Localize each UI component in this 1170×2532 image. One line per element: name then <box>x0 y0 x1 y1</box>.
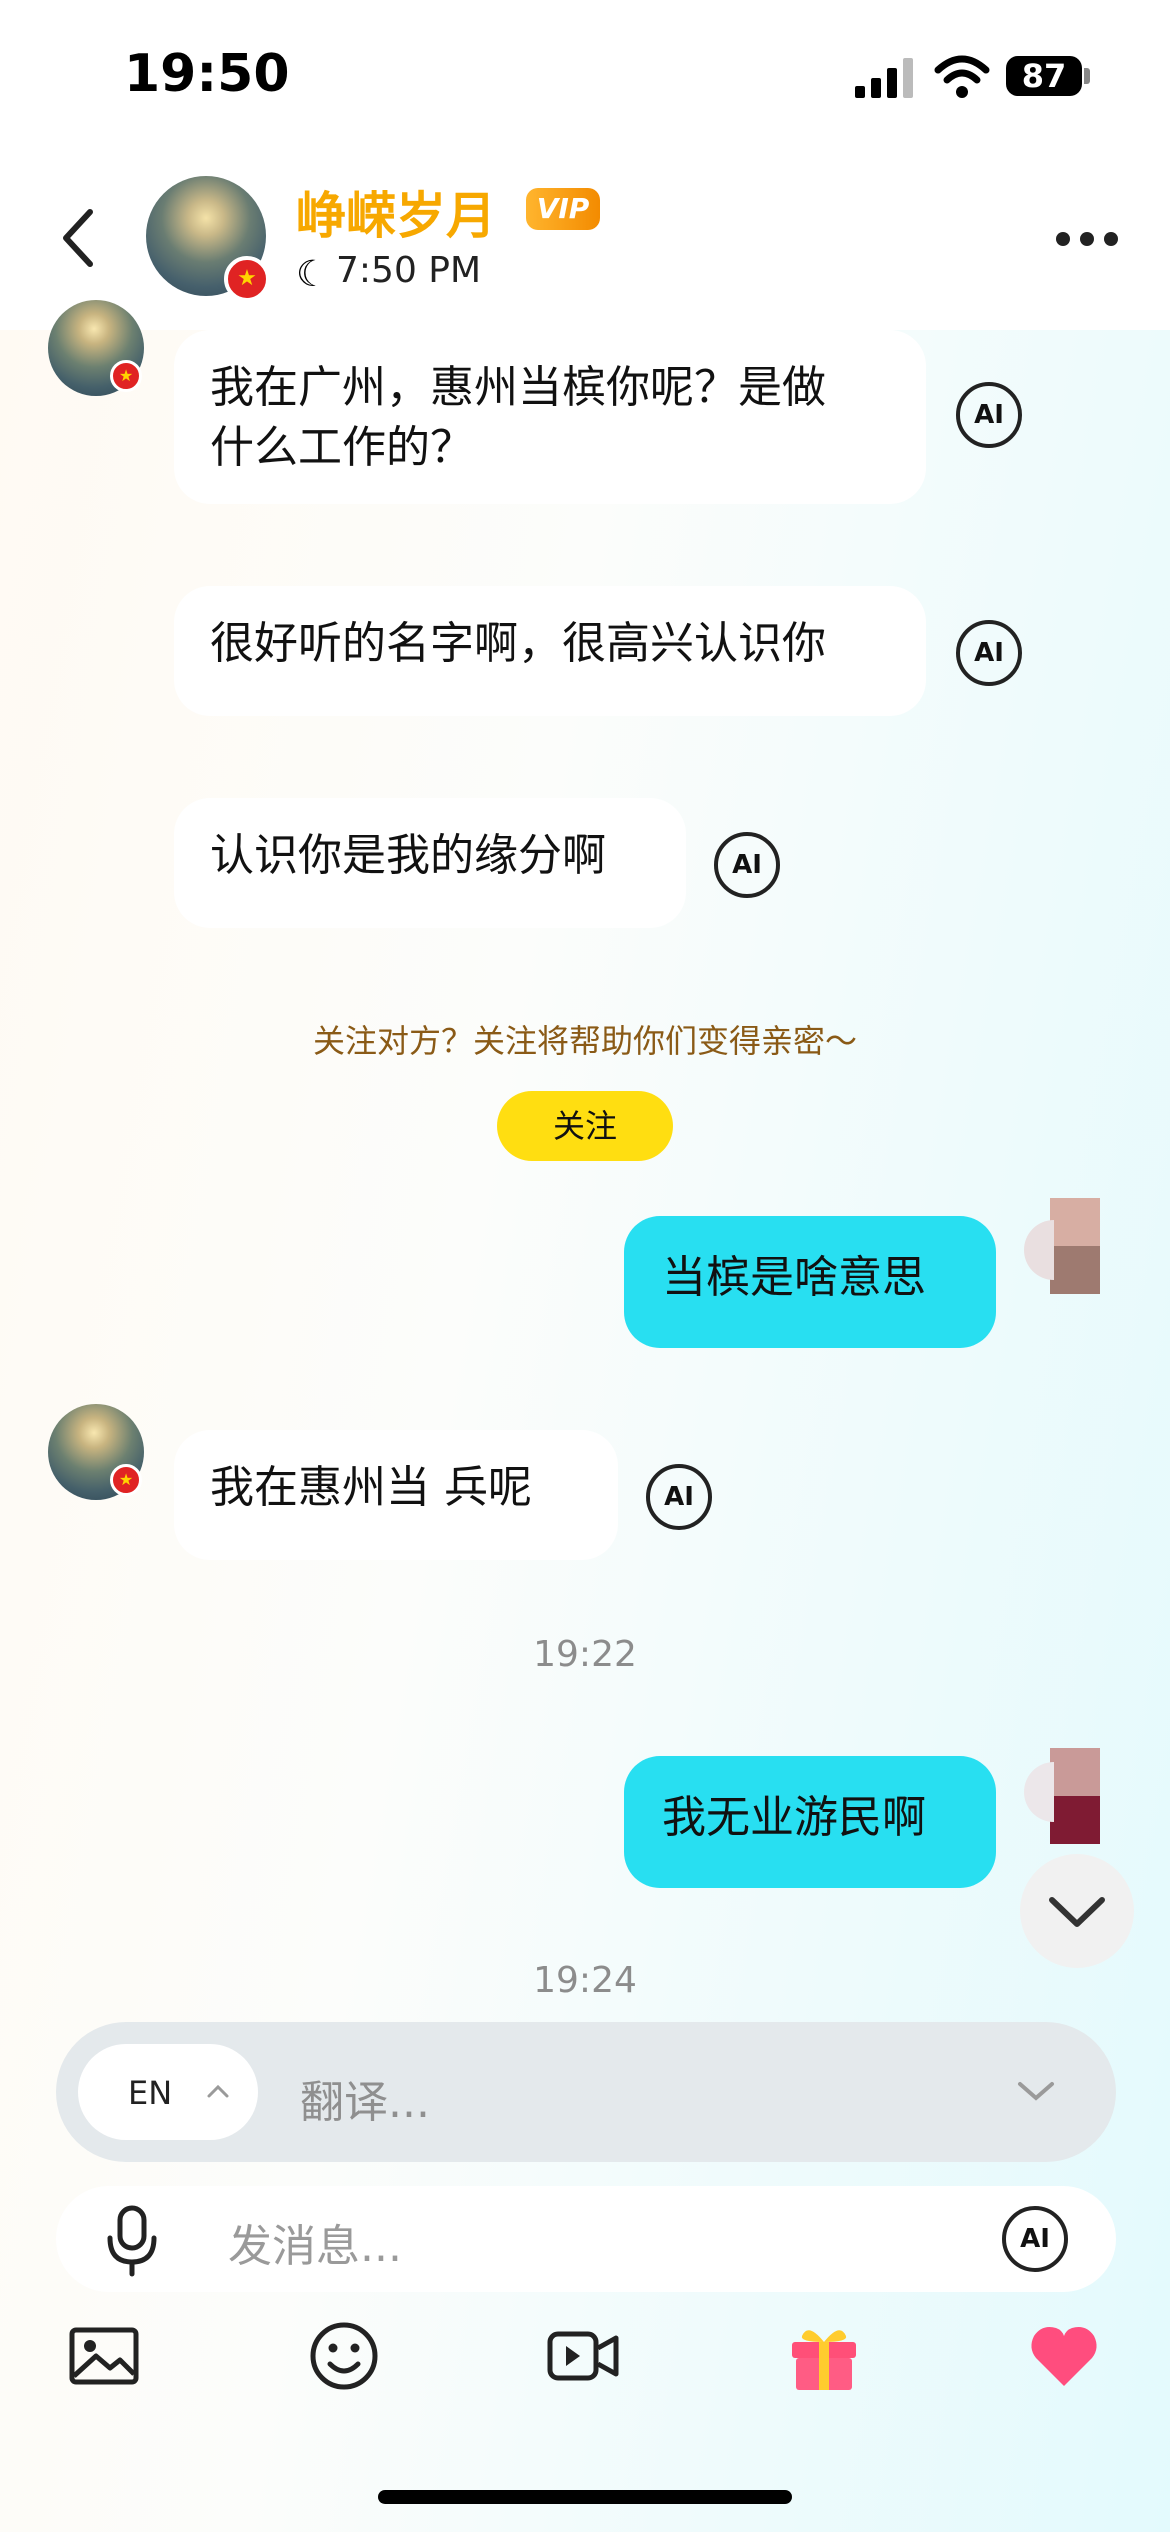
scroll-to-bottom-button[interactable] <box>1020 1854 1134 1968</box>
my-avatar[interactable] <box>1024 1198 1100 1294</box>
ai-translate-icon[interactable]: AI <box>714 832 780 898</box>
status-time: 19:50 <box>124 44 290 104</box>
ai-translate-icon[interactable]: AI <box>956 620 1022 686</box>
language-selector[interactable]: EN <box>78 2044 258 2140</box>
battery-cap <box>1084 68 1090 84</box>
country-flag-icon: ★ <box>224 256 270 302</box>
image-icon[interactable] <box>66 2318 142 2394</box>
language-label: EN <box>128 2074 173 2112</box>
country-flag-icon: ★ <box>110 360 142 392</box>
incoming-message[interactable]: 认识你是我的缘分啊 <box>174 798 686 928</box>
chevron-down-icon <box>1049 1897 1105 1927</box>
contact-local-time: 7:50 PM <box>336 250 482 291</box>
emoji-icon[interactable] <box>306 2318 382 2394</box>
vip-badge: VIP <box>526 188 600 230</box>
message-input[interactable]: 发消息... <box>228 2210 402 2274</box>
wifi-icon <box>934 55 990 98</box>
my-avatar[interactable] <box>1024 1748 1100 1844</box>
incoming-message[interactable]: 很好听的名字啊，很高兴认识你 <box>174 586 926 716</box>
signal-icon <box>855 58 915 98</box>
outgoing-message[interactable]: 当槟是啥意思 <box>624 1216 996 1348</box>
bottom-toolbar <box>0 2318 1170 2408</box>
chevron-up-icon <box>207 2084 229 2098</box>
timestamp: 19:22 <box>533 1634 637 1675</box>
chat-header: ★ 峥嵘岁月 VIP ☾ 7:50 PM <box>0 150 1170 330</box>
incoming-message[interactable]: 我在惠州当 兵呢 <box>174 1430 618 1560</box>
outgoing-message[interactable]: 我无业游民啊 <box>624 1756 996 1888</box>
translate-input[interactable]: 翻译... <box>300 2066 430 2130</box>
video-call-icon[interactable] <box>546 2318 622 2394</box>
translate-bar: EN 翻译... <box>56 2022 1116 2162</box>
follow-button[interactable]: 关注 <box>497 1091 673 1161</box>
battery-level: 87 <box>1006 56 1082 96</box>
timestamp: 19:24 <box>533 1960 637 2001</box>
message-text-line: 什么工作的？ <box>210 422 474 473</box>
message-text-line: 我在广州，惠州当槟你呢？是做 <box>210 362 826 413</box>
ai-translate-icon[interactable]: AI <box>646 1464 712 1530</box>
microphone-icon[interactable] <box>102 2204 162 2278</box>
incoming-message[interactable]: 我在广州，惠州当槟你呢？是做 什么工作的？ <box>174 330 926 504</box>
status-bar: 19:50 87 <box>0 0 1170 150</box>
ai-translate-icon[interactable]: AI <box>956 382 1022 448</box>
contact-name[interactable]: 峥嵘岁月 <box>296 176 496 248</box>
home-indicator <box>378 2490 792 2504</box>
message-composer: 发消息... AI <box>56 2186 1116 2292</box>
more-options-icon[interactable] <box>1056 232 1120 250</box>
follow-prompt: 关注对方？关注将帮助你们变得亲密～ <box>312 1022 857 1060</box>
moon-icon: ☾ <box>296 254 329 295</box>
heart-icon[interactable] <box>1026 2318 1102 2394</box>
ai-assist-icon[interactable]: AI <box>1002 2206 1068 2272</box>
chevron-down-icon[interactable] <box>1016 2076 1056 2106</box>
country-flag-icon: ★ <box>110 1464 142 1496</box>
gift-icon[interactable] <box>786 2318 862 2394</box>
back-arrow-icon[interactable] <box>54 206 104 270</box>
